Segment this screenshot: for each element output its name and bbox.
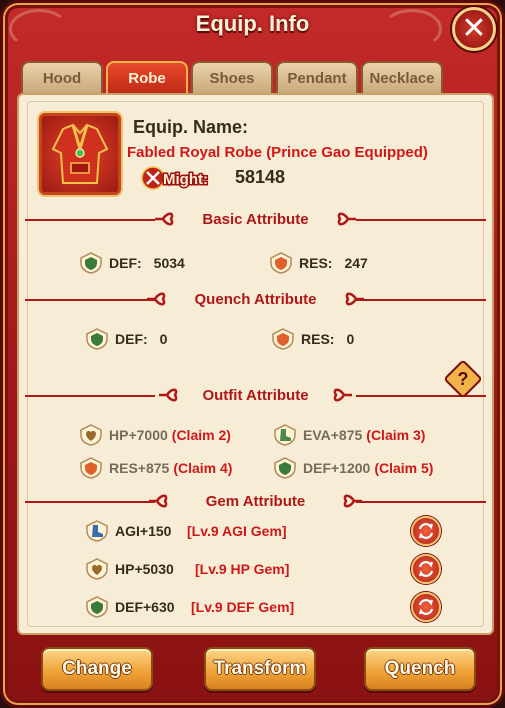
- robe-icon[interactable]: [39, 113, 121, 195]
- quench-def-value: 0: [159, 331, 168, 347]
- swap-icon: [418, 561, 434, 577]
- equip-info-window: Equip. Info ✕ Hood Robe Shoes Pendant Ne…: [0, 0, 505, 708]
- outfit-attribute-header: Outfit Attribute: [19, 385, 492, 405]
- gem-item: DEF+630 [Lv.9 DEF Gem]: [85, 595, 294, 619]
- equip-tabs: Hood Robe Shoes Pendant Necklace: [21, 61, 443, 93]
- gem-item: HP+5030 [Lv.9 HP Gem]: [85, 557, 289, 581]
- outfit-item: HP+7000 (Claim 2): [79, 423, 231, 447]
- quench-attribute-header: Quench Attribute: [19, 289, 492, 309]
- boot-icon: [86, 520, 108, 542]
- quench-res-label: RES:: [301, 331, 335, 347]
- swap-icon: [418, 599, 434, 615]
- might-badge: Might:: [141, 165, 221, 191]
- help-icon: ?: [457, 368, 469, 389]
- gem-swap-button[interactable]: [411, 592, 441, 622]
- equip-name: Fabled Royal Robe (Prince Gao Equipped): [127, 144, 428, 161]
- ornament-knot-icon: [333, 388, 352, 402]
- window-title: Equip. Info: [195, 11, 310, 36]
- gem-swap-button[interactable]: [411, 554, 441, 584]
- transform-button[interactable]: Transform: [204, 647, 316, 691]
- basic-def-label: DEF:: [109, 255, 142, 271]
- equip-name-label: Equip. Name:: [133, 117, 249, 137]
- quench-def-row: DEF: 0: [85, 327, 167, 351]
- shield-icon: [86, 328, 108, 350]
- heart-icon: [80, 424, 102, 446]
- ornament-knot-icon: [147, 292, 166, 306]
- shield-icon: [274, 457, 296, 479]
- basic-res-label: RES:: [299, 255, 333, 271]
- might-label: Might:: [163, 171, 208, 188]
- gem-item: AGI+150 [Lv.9 AGI Gem]: [85, 519, 287, 543]
- quench-button[interactable]: Quench: [364, 647, 476, 691]
- ornament-knot-icon: [159, 388, 178, 402]
- fire-shield-icon: [270, 252, 292, 274]
- quench-attribute-title: Quench Attribute: [188, 290, 323, 308]
- shield-icon: [80, 252, 102, 274]
- ornament-knot-icon: [337, 212, 356, 226]
- ornament-knot-icon: [149, 494, 168, 508]
- ornament-knot-icon: [345, 292, 364, 306]
- quench-res-row: RES: 0: [271, 327, 354, 351]
- basic-res-value: 247: [344, 255, 368, 271]
- close-button[interactable]: ✕: [452, 7, 496, 51]
- quench-def-label: DEF:: [115, 331, 148, 347]
- tab-pendant[interactable]: Pendant: [276, 61, 358, 93]
- fire-shield-icon: [80, 457, 102, 479]
- basic-def-row: DEF: 5034: [79, 251, 185, 275]
- boot-icon: [274, 424, 296, 446]
- shield-icon: [86, 596, 108, 618]
- ornament-knot-icon: [155, 212, 174, 226]
- ornament-knot-icon: [343, 494, 362, 508]
- basic-attribute-header: Basic Attribute: [19, 209, 492, 229]
- outfit-attribute-title: Outfit Attribute: [196, 386, 315, 404]
- might-value: 58148: [235, 167, 286, 187]
- tab-necklace[interactable]: Necklace: [361, 61, 443, 93]
- outfit-item: RES+875 (Claim 4): [79, 456, 232, 480]
- tab-hood[interactable]: Hood: [21, 61, 103, 93]
- close-icon: ✕: [461, 11, 487, 46]
- basic-res-row: RES: 247: [269, 251, 368, 275]
- gem-attribute-header: Gem Attribute: [19, 491, 492, 511]
- swap-icon: [418, 523, 434, 539]
- tab-robe[interactable]: Robe: [106, 61, 188, 93]
- equip-detail-panel: Equip. Name: Fabled Royal Robe (Prince G…: [17, 93, 494, 635]
- change-button[interactable]: Change: [41, 647, 153, 691]
- gem-swap-button[interactable]: [411, 516, 441, 546]
- outfit-item: DEF+1200 (Claim 5): [273, 456, 433, 480]
- gem-attribute-title: Gem Attribute: [199, 492, 312, 510]
- outfit-item: EVA+875 (Claim 3): [273, 423, 425, 447]
- quench-res-value: 0: [346, 331, 355, 347]
- basic-attribute-title: Basic Attribute: [196, 210, 315, 228]
- fire-shield-icon: [272, 328, 294, 350]
- basic-def-value: 5034: [153, 255, 185, 271]
- heart-icon: [86, 558, 108, 580]
- tab-shoes[interactable]: Shoes: [191, 61, 273, 93]
